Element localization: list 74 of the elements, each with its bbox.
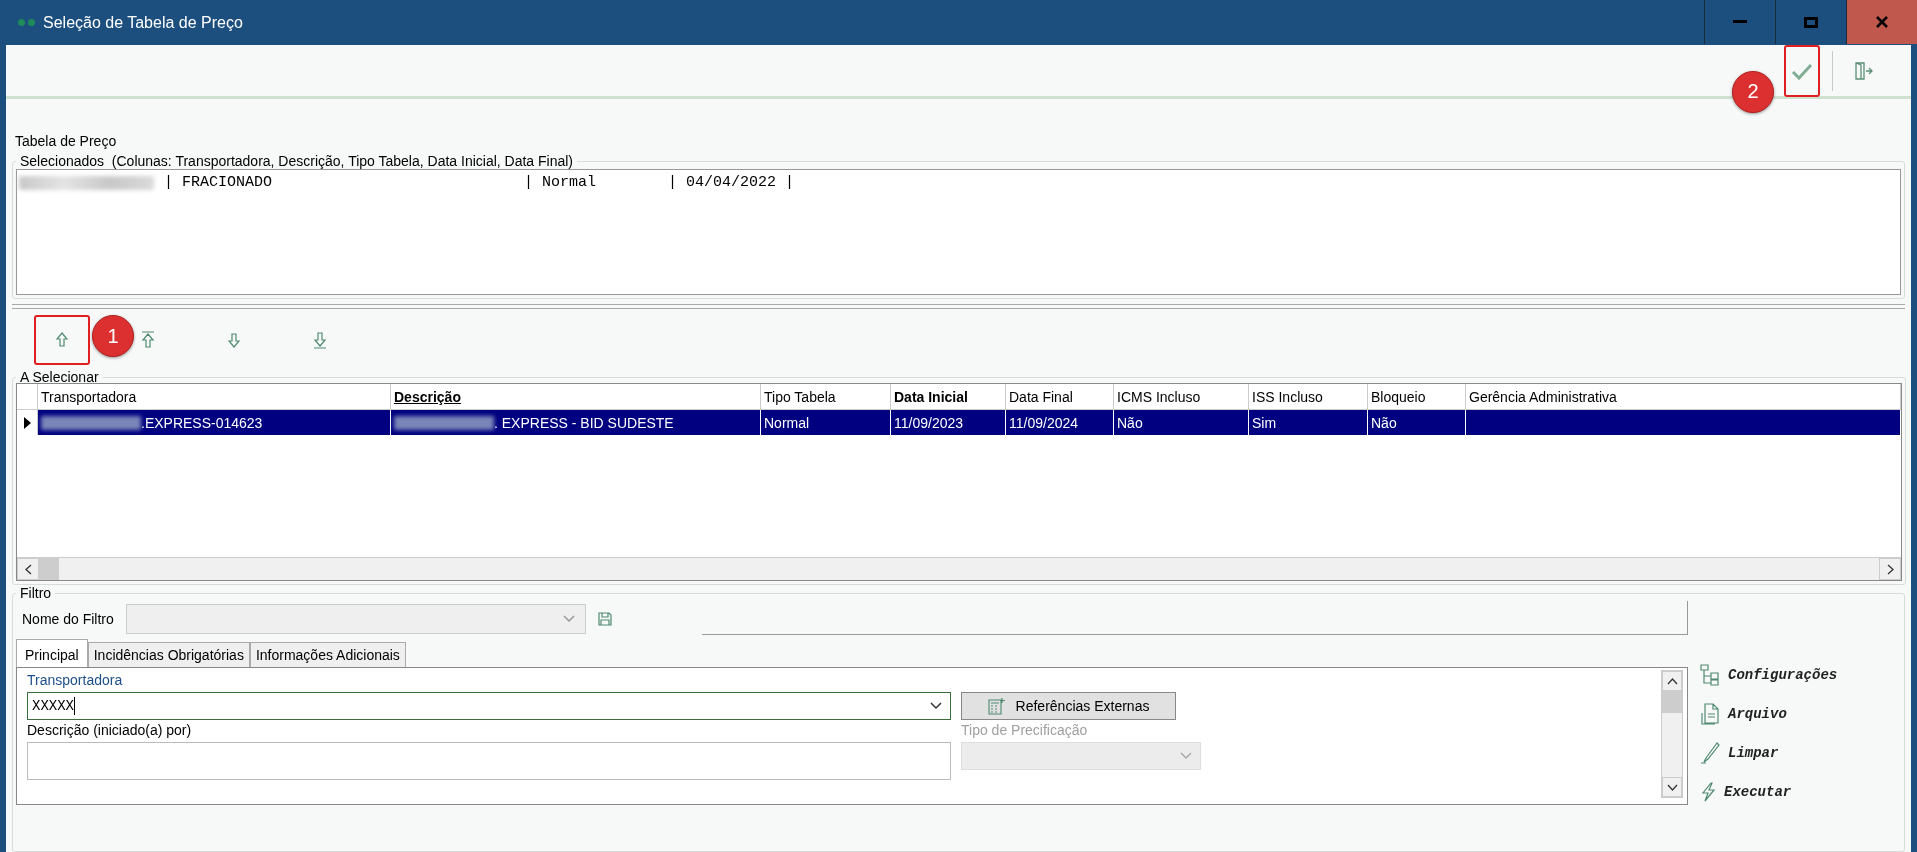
move-button[interactable] bbox=[313, 331, 327, 349]
exit-door-icon bbox=[1853, 60, 1873, 81]
arrow-up-to-line-icon bbox=[141, 331, 155, 349]
chevron-up-icon bbox=[1666, 677, 1678, 685]
column-header[interactable]: Gerência Administrativa bbox=[1466, 384, 1901, 409]
action-link[interactable]: Arquivo bbox=[1700, 698, 1838, 729]
column-header[interactable]: ICMS Incluso bbox=[1114, 384, 1249, 409]
calculator-icon bbox=[987, 697, 1008, 715]
app-icon bbox=[18, 19, 35, 26]
scrollbar-thumb[interactable] bbox=[1662, 691, 1682, 713]
chevron-down-icon bbox=[1666, 783, 1678, 791]
field-label: Descrição (iniciado(a) por) bbox=[27, 722, 193, 740]
group-legend: Selecionados (Colunas: Transportadora, Descrição, Tipo Tabela, Data Inicial, Data Final) bbox=[16, 153, 578, 169]
column-header[interactable]: Descrição bbox=[391, 384, 761, 409]
pen-icon bbox=[1700, 741, 1720, 764]
move-button[interactable] bbox=[34, 315, 90, 365]
tree-structure-icon bbox=[1700, 663, 1720, 686]
chevron-down-icon bbox=[930, 702, 942, 710]
selected-entry: | FRACIONADO | Normal | 04/04/2022 | bbox=[164, 174, 795, 191]
table-cell: Normal bbox=[764, 414, 810, 431]
table-cell: . EXPRESS - BID SUDESTE bbox=[494, 414, 674, 431]
column-header[interactable]: Bloqueio bbox=[1368, 384, 1466, 409]
table-cell: .EXPRESS-014623 bbox=[141, 414, 263, 431]
chevron-left-icon bbox=[24, 563, 32, 575]
field-label: Transportadora bbox=[27, 672, 124, 690]
action-link[interactable]: Limpar bbox=[1700, 737, 1838, 768]
minimize-icon bbox=[1733, 20, 1747, 24]
callout-badge: 2 bbox=[1732, 70, 1774, 113]
window-title: Seleção de Tabela de Preço bbox=[43, 13, 243, 32]
table-cell: Não bbox=[1117, 414, 1143, 431]
checkmark-icon bbox=[1791, 61, 1813, 80]
column-header[interactable]: Tipo Tabela bbox=[761, 384, 891, 409]
maximize-icon bbox=[1804, 16, 1818, 28]
document-icon bbox=[1700, 702, 1720, 725]
close-icon bbox=[1876, 16, 1888, 28]
callout-badge: 1 bbox=[92, 315, 134, 357]
table-cell: Não bbox=[1371, 414, 1397, 431]
lightning-icon bbox=[1700, 781, 1716, 802]
tab[interactable]: Incidências Obrigatórias bbox=[87, 642, 250, 667]
save-icon[interactable] bbox=[597, 612, 612, 626]
external-references-button[interactable]: Referências Externas bbox=[961, 692, 1176, 720]
row-pointer-icon bbox=[23, 416, 31, 429]
chevron-right-icon bbox=[1886, 563, 1894, 575]
field-label: Nome do Filtro bbox=[22, 611, 114, 627]
move-button[interactable] bbox=[228, 332, 240, 348]
tab[interactable]: Informações Adicionais bbox=[249, 642, 406, 667]
table-cell: 11/09/2023 bbox=[894, 414, 964, 431]
input-field[interactable] bbox=[27, 742, 951, 780]
combo-field[interactable]: XXXXX bbox=[27, 692, 951, 720]
horizontal-scrollbar[interactable] bbox=[17, 557, 1901, 580]
scrollbar-thumb[interactable] bbox=[39, 558, 59, 580]
arrow-down-to-line-icon bbox=[313, 331, 327, 349]
move-button[interactable] bbox=[141, 331, 155, 349]
column-header[interactable]: ISS Incluso bbox=[1249, 384, 1368, 409]
table-cell: 11/09/2024 bbox=[1009, 414, 1079, 431]
action-link[interactable]: Executar bbox=[1700, 776, 1838, 807]
confirm-button[interactable] bbox=[1784, 45, 1820, 97]
chevron-down-icon bbox=[562, 615, 575, 623]
group-legend: Filtro bbox=[16, 585, 56, 601]
column-header[interactable]: Data Inicial bbox=[891, 384, 1006, 409]
arrow-up-icon bbox=[56, 332, 68, 348]
action-link[interactable]: Configurações bbox=[1700, 659, 1838, 690]
arrow-down-icon bbox=[228, 332, 240, 348]
table-row[interactable]: .EXPRESS-014623 . EXPRESS - BID SUDESTE Normal 11/09/2023 11/09/2024 Não Sim Não bbox=[17, 410, 1901, 435]
field-label: Tipo de Precificação bbox=[961, 722, 1089, 740]
group-legend: A Selecionar bbox=[16, 371, 103, 383]
tab[interactable]: Principal bbox=[16, 639, 88, 667]
chevron-down-icon bbox=[1180, 752, 1192, 760]
section-title: Tabela de Preço bbox=[15, 133, 118, 151]
column-header[interactable]: Transportadora bbox=[38, 384, 391, 409]
vertical-scrollbar[interactable] bbox=[1661, 670, 1683, 798]
close-button[interactable] bbox=[1846, 0, 1917, 44]
table-cell: Sim bbox=[1252, 414, 1277, 431]
column-header[interactable]: Data Final bbox=[1006, 384, 1114, 409]
